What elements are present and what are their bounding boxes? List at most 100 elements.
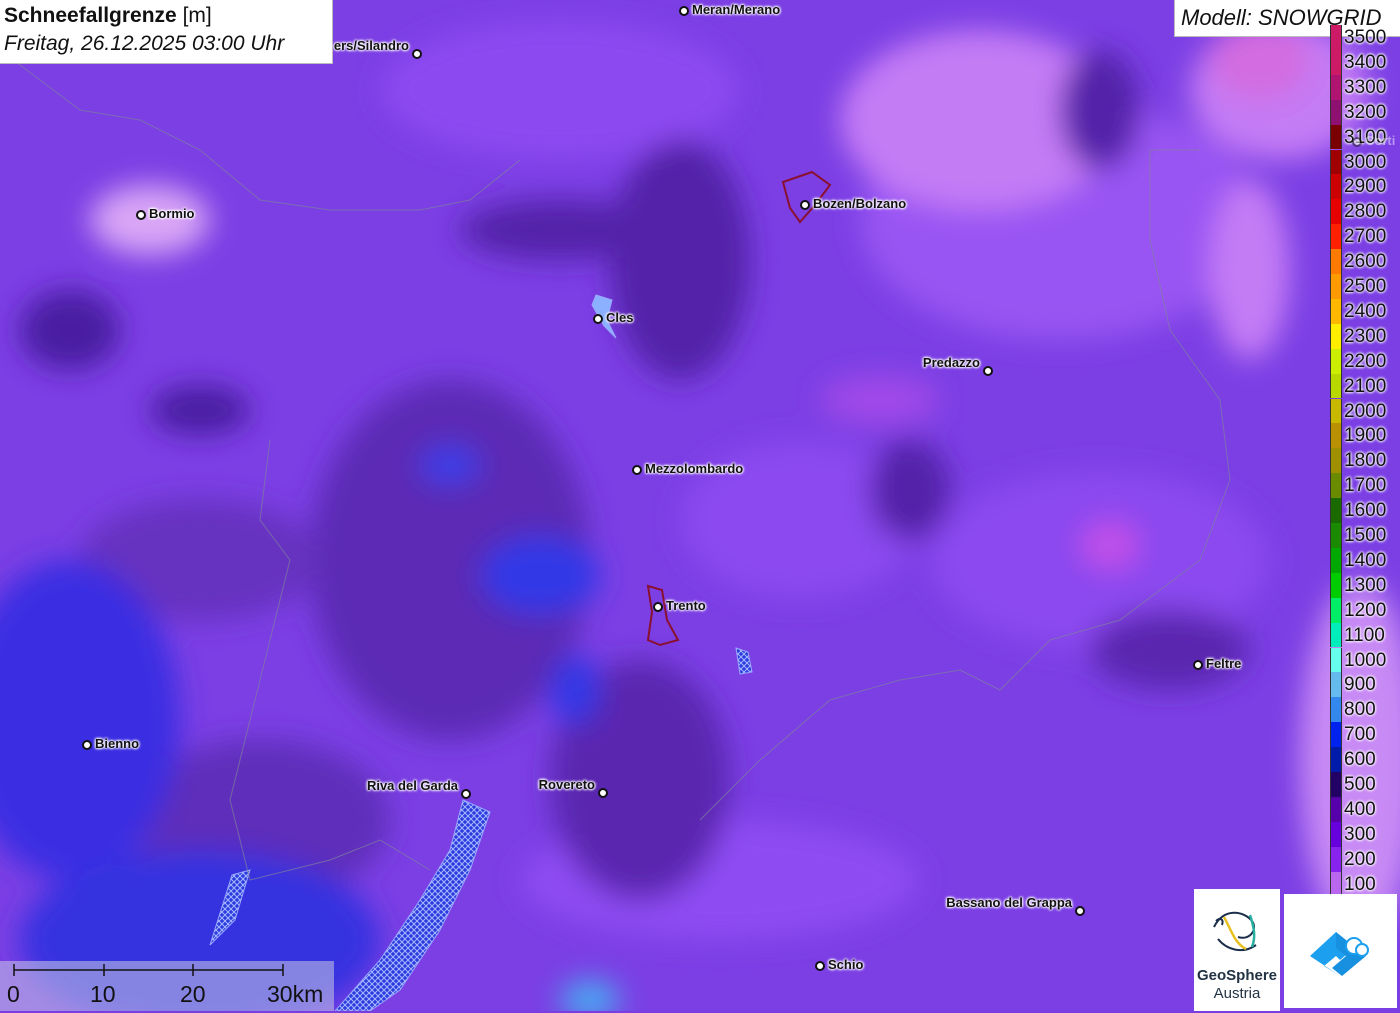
legend-row: 1700 [1328,473,1400,499]
legend-swatch [1330,747,1342,772]
city-marker[interactable] [1352,137,1362,147]
legend-row: 200 [1328,846,1400,872]
city-marker[interactable] [461,789,471,799]
legend-label: 2700 [1344,226,1387,248]
city-marker[interactable] [412,49,422,59]
legend-label: 1200 [1344,599,1387,621]
city-label[interactable]: Trento [666,598,706,613]
legend-swatch [1330,298,1342,324]
scale-tick-30km: 30km [267,981,324,1007]
legend-label: 3400 [1344,51,1387,73]
legend-row: 1800 [1328,448,1400,474]
city-label[interactable]: ers/Silandro [334,38,409,53]
legend-swatch [1330,498,1342,523]
legend-label: 200 [1344,848,1376,870]
scale-bar: 0 10 20 30km [0,961,334,1011]
city-label[interactable]: Cles [606,310,633,325]
city-label[interactable]: Riva del Garda [367,778,458,793]
snow-cloud-logo-icon [1310,932,1369,976]
city-marker[interactable] [679,6,689,16]
legend-swatch [1330,373,1342,399]
city-marker[interactable] [815,961,825,971]
city-label[interactable]: Corti [1365,133,1395,148]
city-marker[interactable] [653,602,663,612]
city-marker[interactable] [82,740,92,750]
legend-row: 900 [1328,672,1400,698]
city-label[interactable]: Bassano del Grappa [946,895,1072,910]
legend-row: 2500 [1328,274,1400,299]
legend-label: 600 [1344,749,1376,771]
legend-row: 1300 [1328,572,1400,598]
legend-swatch [1330,99,1342,125]
city-marker[interactable] [593,314,603,324]
legend-swatch [1330,772,1342,797]
legend-label: 3000 [1344,151,1387,173]
legend-row: 1000 [1328,647,1400,673]
geosphere-logo-line2: Austria [1213,985,1261,1002]
legend-swatch [1330,249,1342,274]
legend-row: 1200 [1328,597,1400,623]
legend-row: 1600 [1328,498,1400,523]
legend-swatch [1330,25,1342,50]
legend-swatch [1330,821,1342,847]
city-marker[interactable] [598,788,608,798]
legend-swatch [1330,423,1342,449]
legend-row: 3500 [1328,25,1400,50]
legend-swatch [1330,323,1342,349]
legend-row: 2600 [1328,249,1400,274]
color-legend: 3500 3400 3300 3200 3100 3000 2900 2800 2700 2600… [1328,25,1400,897]
legend-label: 800 [1344,699,1376,721]
city-label[interactable]: Predazzo [923,355,980,370]
city-label[interactable]: Bienno [95,736,139,751]
legend-swatch [1330,622,1342,648]
city-label[interactable]: Bormio [149,206,195,221]
city-marker[interactable] [136,210,146,220]
legend-swatch [1330,274,1342,299]
title-panel: Schneefallgrenze [m] Freitag, 26.12.2025… [0,0,333,64]
legend-label: 1400 [1344,549,1387,571]
legend-label: 1000 [1344,649,1387,671]
city-marker[interactable] [800,200,810,210]
city-marker[interactable] [1193,660,1203,670]
legend-label: 2800 [1344,201,1387,223]
legend-label: 3200 [1344,101,1387,123]
legend-row: 2000 [1328,398,1400,424]
legend-label: 2400 [1344,300,1387,322]
legend-swatch [1330,796,1342,822]
legend-swatch [1330,124,1342,150]
legend-swatch [1330,49,1342,75]
legend-swatch [1330,572,1342,598]
legend-row: 1400 [1328,547,1400,573]
snowfall-line-map[interactable] [0,0,1400,1011]
map-title: Schneefallgrenze [m] [4,4,212,28]
legend-swatch [1330,398,1342,424]
city-label[interactable]: Bozen/Bolzano [813,196,906,211]
legend-label: 2100 [1344,375,1387,397]
legend-label: 400 [1344,798,1376,820]
legend-swatch [1330,871,1342,897]
geosphere-logo[interactable]: GeoSphere Austria [1194,889,1280,1011]
geosphere-logo-line1: GeoSphere [1196,967,1278,984]
legend-row: 100 [1328,871,1400,897]
legend-row: 600 [1328,747,1400,772]
legend-label: 1300 [1344,574,1387,596]
city-marker[interactable] [983,366,993,376]
city-marker[interactable] [1075,906,1085,916]
city-label[interactable]: Meran/Merano [692,2,780,17]
legend-swatch [1330,523,1342,548]
city-label[interactable]: Feltre [1206,656,1241,671]
legend-label: 100 [1344,873,1376,895]
snow-cloud-logo[interactable] [1284,894,1397,1008]
city-label[interactable]: Rovereto [539,777,595,792]
legend-row: 1900 [1328,423,1400,449]
scale-tick-20: 20 [180,981,206,1007]
legend-swatch [1330,473,1342,499]
city-marker[interactable] [632,465,642,475]
legend-swatch [1330,597,1342,623]
city-label[interactable]: Mezzolombardo [645,461,743,476]
legend-swatch [1330,547,1342,573]
legend-swatch [1330,199,1342,225]
city-label[interactable]: Schio [828,957,863,972]
legend-swatch [1330,448,1342,474]
legend-swatch [1330,224,1342,250]
